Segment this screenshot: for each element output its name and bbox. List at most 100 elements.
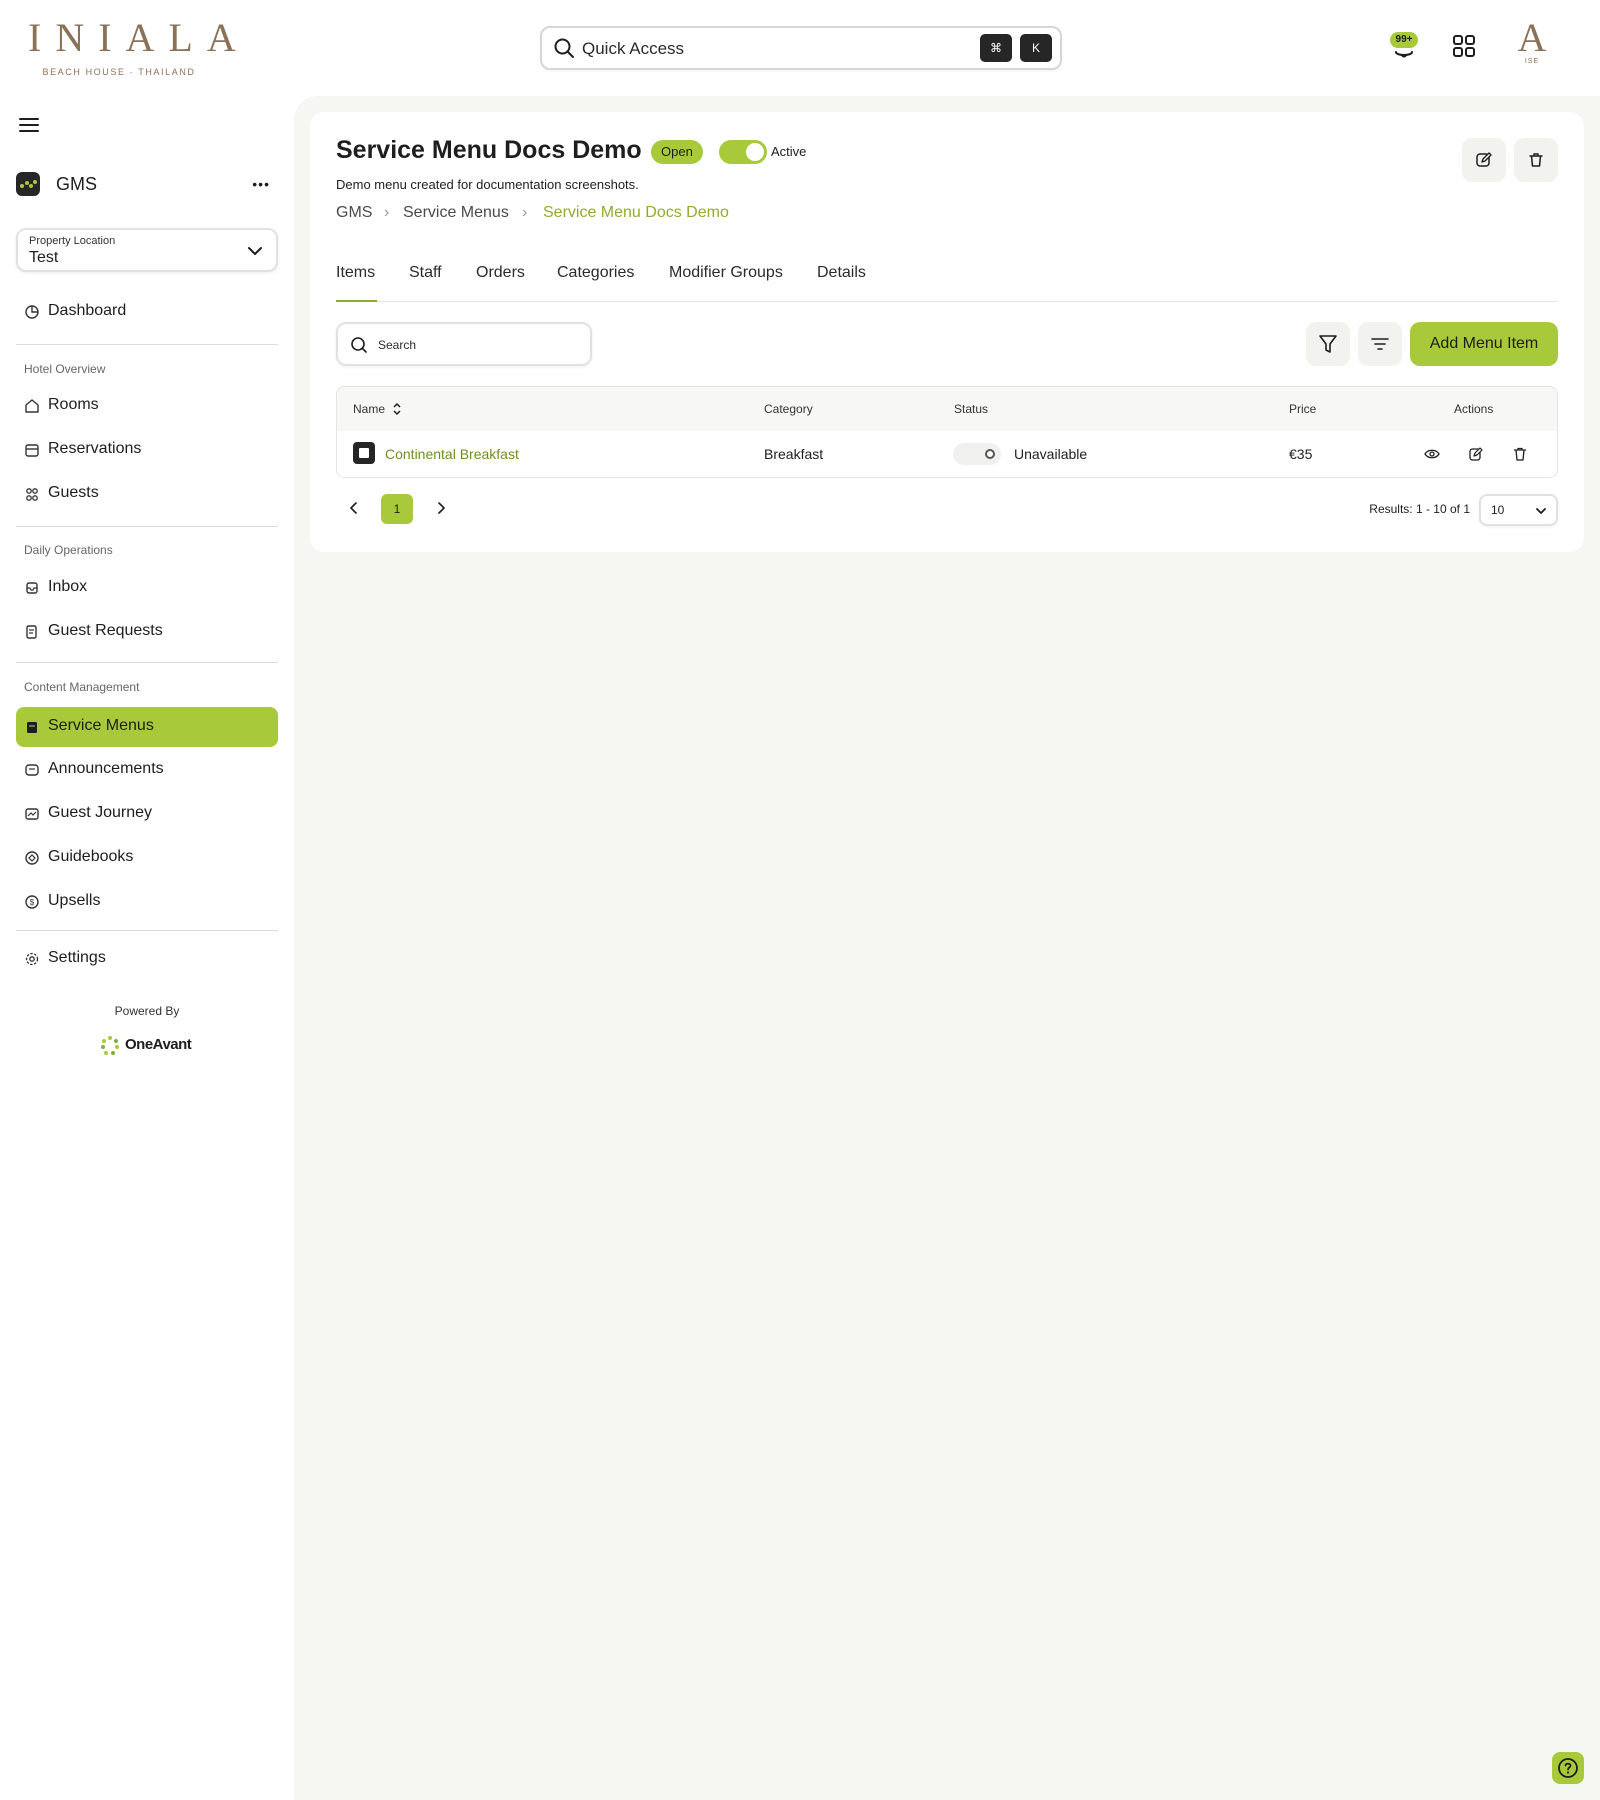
sidebar-item-inbox[interactable]: Inbox bbox=[16, 568, 278, 608]
menu-book-icon bbox=[27, 722, 37, 733]
column-header-name[interactable]: Name bbox=[353, 402, 385, 416]
section-content-management: Content Management bbox=[24, 680, 140, 694]
search-icon bbox=[351, 337, 367, 353]
apps-grid-icon[interactable] bbox=[1448, 30, 1480, 62]
sidebar-item-guests[interactable]: Guests bbox=[16, 474, 278, 514]
search-input[interactable]: Search bbox=[336, 322, 592, 366]
dashboard-icon bbox=[25, 305, 39, 319]
sort-button[interactable] bbox=[1358, 322, 1402, 366]
kbd-cmd: ⌘ bbox=[980, 34, 1012, 62]
logo-wordmark: INIALA bbox=[28, 15, 250, 60]
page-title: Service Menu Docs Demo bbox=[336, 136, 642, 164]
guidebook-icon bbox=[25, 851, 39, 865]
property-location-value: Test bbox=[29, 249, 59, 266]
toggle-knob bbox=[746, 143, 764, 161]
powered-by: Powered By bbox=[0, 1004, 294, 1018]
sidebar-item-label: Reservations bbox=[48, 440, 142, 457]
item-category: Breakfast bbox=[764, 446, 824, 462]
table-row: Continental Breakfast Breakfast Unavaila… bbox=[337, 431, 1557, 477]
user-avatar[interactable]: A ISE bbox=[1508, 18, 1556, 72]
add-menu-item-button[interactable]: Add Menu Item bbox=[1410, 322, 1558, 366]
table-header: Name Category Status Price Actions bbox=[337, 387, 1557, 431]
tab-categories[interactable]: Categories bbox=[557, 264, 634, 282]
sidebar-item-dashboard[interactable]: Dashboard bbox=[16, 292, 278, 332]
inbox-icon bbox=[26, 582, 38, 594]
sidebar-item-label: Guest Requests bbox=[48, 622, 163, 639]
property-location-select[interactable]: Property Location Test bbox=[16, 228, 278, 272]
filter-icon bbox=[1319, 335, 1337, 353]
per-page-select[interactable]: 10 bbox=[1479, 494, 1558, 526]
tab-modifier-groups[interactable]: Modifier Groups bbox=[669, 264, 783, 282]
page-number-button[interactable]: 1 bbox=[381, 494, 413, 524]
sort-icon[interactable] bbox=[392, 401, 402, 417]
availability-toggle[interactable] bbox=[953, 443, 1001, 465]
item-name-link[interactable]: Continental Breakfast bbox=[385, 446, 519, 462]
sidebar-item-guidebooks[interactable]: Guidebooks bbox=[16, 838, 278, 878]
status-badge: Open bbox=[651, 140, 703, 164]
sidebar-item-guest-journey[interactable]: Guest Journey bbox=[16, 794, 278, 834]
edit-icon bbox=[1476, 152, 1492, 167]
chevron-down-icon bbox=[248, 247, 262, 255]
sidebar-item-label: Service Menus bbox=[48, 717, 154, 734]
tab-items[interactable]: Items bbox=[336, 264, 375, 282]
trash-icon bbox=[1529, 153, 1543, 167]
edit-icon[interactable] bbox=[1468, 446, 1484, 462]
avatar-letter: A bbox=[1517, 15, 1547, 60]
divider bbox=[16, 526, 278, 527]
powered-by-brand: OneAvant bbox=[125, 1036, 192, 1053]
divider bbox=[16, 344, 278, 345]
sidebar-item-rooms[interactable]: Rooms bbox=[16, 386, 278, 426]
sidebar-item-label: Announcements bbox=[48, 760, 164, 777]
users-icon bbox=[26, 488, 38, 501]
tab-staff[interactable]: Staff bbox=[409, 264, 442, 282]
app-switcher[interactable]: GMS ••• bbox=[16, 168, 278, 200]
tab-orders[interactable]: Orders bbox=[476, 264, 525, 282]
home-icon bbox=[25, 399, 39, 413]
quick-access-search[interactable]: Quick Access ⌘ K bbox=[540, 26, 1062, 70]
sidebar-item-reservations[interactable]: Reservations bbox=[16, 430, 278, 470]
results-count: Results: 1 - 10 of 1 bbox=[1369, 502, 1470, 516]
sidebar-item-announcements[interactable]: Announcements bbox=[16, 750, 278, 790]
sidebar-item-upsells[interactable]: $ Upsells bbox=[16, 882, 278, 922]
chevron-down-icon bbox=[1536, 508, 1546, 514]
sidebar-item-label: Upsells bbox=[48, 892, 101, 909]
sidebar-item-settings[interactable]: Settings bbox=[16, 939, 278, 979]
search-icon bbox=[554, 38, 574, 58]
journey-icon bbox=[25, 808, 39, 820]
view-icon[interactable] bbox=[1424, 446, 1440, 462]
menu-items-table: Name Category Status Price Actions Conti… bbox=[336, 386, 1558, 478]
divider bbox=[16, 930, 278, 931]
section-hotel-overview: Hotel Overview bbox=[24, 362, 106, 376]
active-tab-indicator bbox=[336, 300, 377, 302]
sidebar-item-label: Settings bbox=[48, 949, 106, 966]
logo-subtitle: BEACH HOUSE · THAILAND bbox=[42, 67, 196, 77]
sidebar-item-label: Guests bbox=[48, 484, 99, 501]
avatar-subtitle: ISE bbox=[1524, 58, 1540, 65]
sidebar-item-service-menus[interactable]: Service Menus bbox=[16, 707, 278, 747]
more-options-icon[interactable]: ••• bbox=[252, 177, 270, 191]
trash-icon[interactable] bbox=[1512, 446, 1528, 462]
breadcrumb-service-menus[interactable]: Service Menus bbox=[403, 204, 509, 222]
tab-details[interactable]: Details bbox=[817, 264, 866, 282]
sidebar-item-guest-requests[interactable]: Guest Requests bbox=[16, 612, 278, 652]
app-name: GMS bbox=[56, 174, 98, 194]
sidebar-item-label: Rooms bbox=[48, 396, 99, 413]
powered-by-label: Powered By bbox=[114, 1004, 180, 1018]
help-button[interactable] bbox=[1552, 1752, 1584, 1784]
property-location-label: Property Location bbox=[29, 235, 116, 247]
delete-menu-button[interactable] bbox=[1514, 138, 1558, 182]
sidebar-item-label: Guidebooks bbox=[48, 848, 134, 865]
per-page-value: 10 bbox=[1491, 503, 1505, 517]
notification-badge: 99+ bbox=[1390, 32, 1418, 48]
brand-logo[interactable]: INIALA BEACH HOUSE · THAILAND bbox=[16, 15, 250, 78]
breadcrumb-current: Service Menu Docs Demo bbox=[543, 204, 729, 221]
active-toggle[interactable] bbox=[719, 140, 767, 164]
gms-app-icon bbox=[16, 172, 40, 196]
filter-button[interactable] bbox=[1306, 322, 1350, 366]
next-page-icon[interactable] bbox=[433, 500, 449, 516]
item-thumbnail bbox=[353, 442, 375, 464]
previous-page-icon[interactable] bbox=[346, 500, 362, 516]
breadcrumb-gms[interactable]: GMS bbox=[336, 204, 372, 222]
menu-toggle-icon[interactable] bbox=[18, 116, 40, 134]
edit-menu-button[interactable] bbox=[1462, 138, 1506, 182]
